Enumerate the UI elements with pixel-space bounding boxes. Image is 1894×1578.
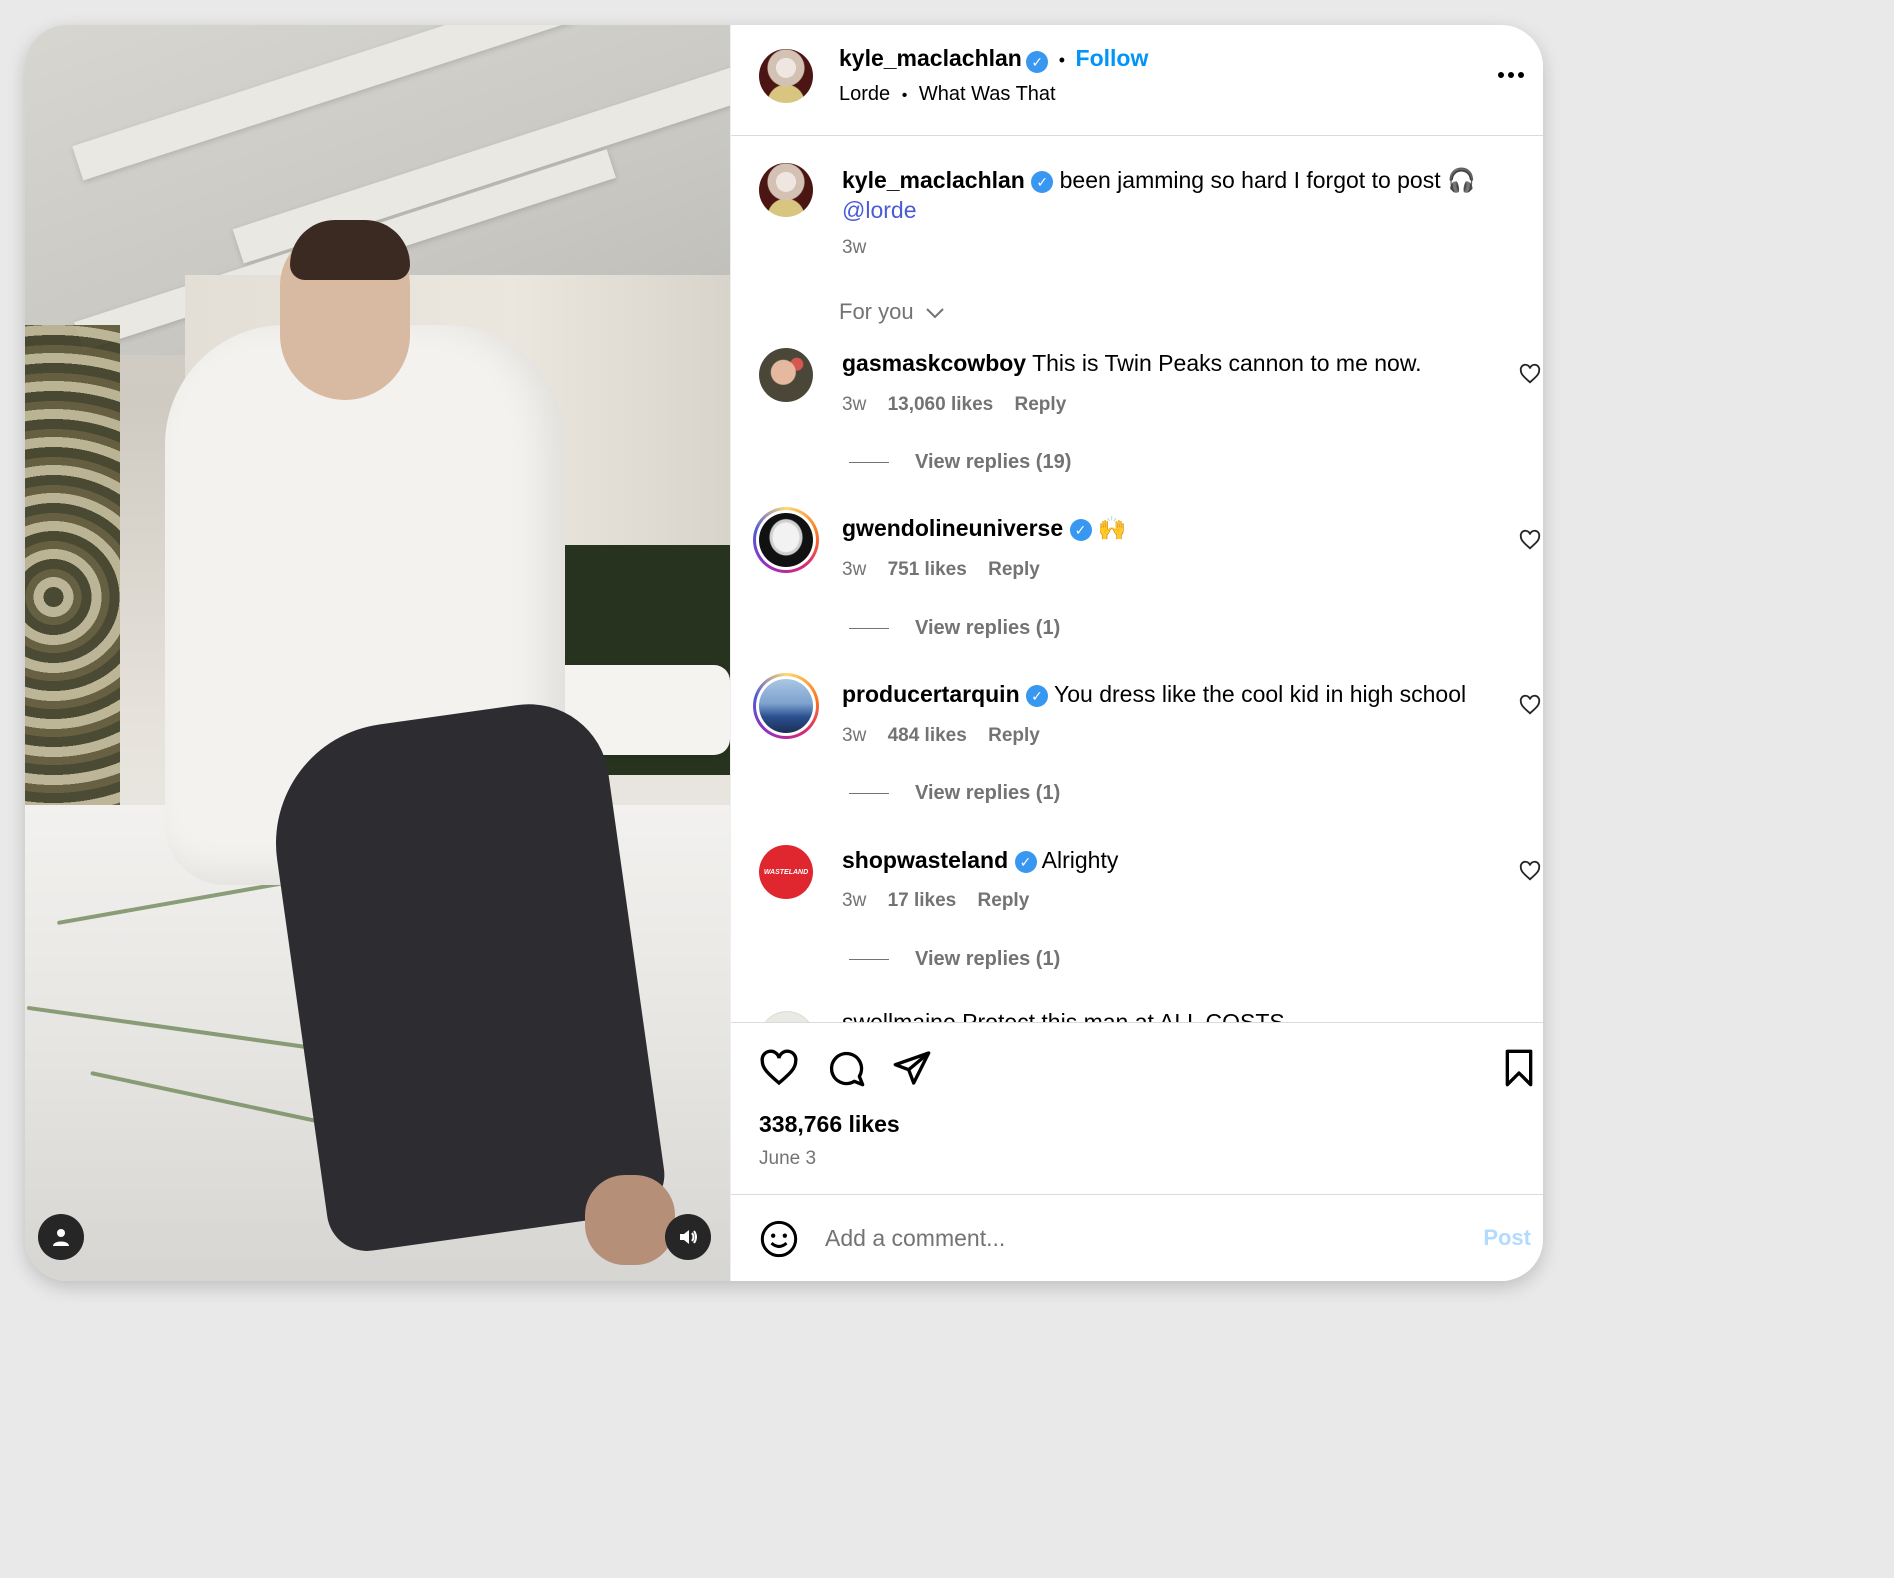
view-replies-button[interactable]: View replies (1) [849,617,1060,640]
comment-text: Alrighty [1041,847,1119,873]
share-icon[interactable] [892,1048,932,1088]
heart-icon[interactable] [759,1048,799,1088]
like-count[interactable]: 338,766 likes [759,1111,900,1138]
post-modal: kyle_maclachlan ✓ • Follow Lorde • What … [25,25,1543,1281]
comment-likes[interactable]: 17 likes [888,890,957,911]
follow-button[interactable]: Follow [1076,45,1149,71]
verified-badge-icon: ✓ [1031,170,1054,193]
verified-badge-icon: ✓ [1026,50,1049,73]
chevron-down-icon [926,308,944,319]
comment-username[interactable]: gasmaskcowboy [842,350,1026,376]
post-comment-button[interactable]: Post [1483,1225,1531,1251]
user-tag-button[interactable] [38,1214,84,1260]
comment-text: This is Twin Peaks cannon to me now. [1032,350,1422,376]
heart-icon[interactable] [1519,529,1541,551]
verified-badge-icon: ✓ [1026,684,1049,707]
volume-icon [680,1230,697,1244]
partial-comment: swellmaine Protect this man at ALL COSTS [731,1007,1543,1022]
comment-likes[interactable]: 13,060 likes [888,394,994,415]
comment-text: You dress like the cool kid in high scho… [1054,681,1467,707]
comment-username[interactable]: producertarquin [842,681,1020,707]
commenter-avatar[interactable] [759,348,813,402]
more-options-icon[interactable] [1497,71,1525,79]
view-replies-button[interactable]: View replies (1) [849,948,1060,971]
audio-track: What Was That [918,83,1056,105]
post-header: kyle_maclachlan ✓ • Follow Lorde • What … [731,25,1543,136]
user-tag-icon [53,1229,69,1246]
audio-info[interactable]: Lorde • What Was That [839,83,1056,106]
verified-badge-icon: ✓ [1014,850,1037,873]
comment-icon[interactable] [826,1048,866,1088]
wasteland-logo: WASTELAND [763,868,809,876]
reply-button[interactable]: Reply [978,890,1030,911]
comment-time: 3w [842,394,867,415]
post-video[interactable] [25,25,730,1281]
separator-dot: • [1058,50,1066,70]
reply-button[interactable]: Reply [1015,394,1067,415]
story-ring[interactable] [753,673,819,739]
view-replies-button[interactable]: View replies (1) [849,782,1060,805]
reply-button[interactable]: Reply [988,725,1040,746]
comment-time: 3w [842,890,867,911]
author-avatar[interactable] [759,49,813,103]
commenter-avatar[interactable]: WASTELAND [759,845,813,899]
comment-input[interactable]: Add a comment... [825,1225,1005,1252]
story-ring[interactable] [753,507,819,573]
caption-mention[interactable]: @lorde [842,197,917,223]
heart-icon[interactable] [1519,860,1541,882]
caption-text: been jamming so hard I forgot to post 🎧 [1059,167,1476,193]
heart-icon[interactable] [1519,363,1541,385]
comment-time: 3w [842,559,867,580]
verified-badge-icon: ✓ [1069,518,1092,541]
caption-avatar[interactable] [759,163,813,217]
view-replies-button[interactable]: View replies (19) [849,451,1071,474]
comment-sort[interactable]: For you [839,299,944,325]
comment-likes[interactable]: 484 likes [888,725,967,746]
volume-button[interactable] [665,1214,711,1260]
reply-button[interactable]: Reply [988,559,1040,580]
comment-username[interactable]: gwendolineuniverse [842,515,1063,541]
caption-username[interactable]: kyle_maclachlan [842,167,1025,193]
heart-icon[interactable] [1519,694,1541,716]
add-comment-bar: Add a comment... Post [731,1194,1543,1281]
post-date: June 3 [759,1148,817,1169]
bookmark-icon[interactable] [1501,1048,1537,1088]
emoji-icon[interactable] [759,1219,799,1259]
caption-time: 3w [842,237,867,258]
sort-label: For you [839,299,914,324]
post-actions: 338,766 likes June 3 [731,1022,1543,1195]
comment-text: 🙌 [1097,515,1127,541]
audio-artist: Lorde [839,83,891,105]
commenter-avatar [759,513,813,567]
author-username[interactable]: kyle_maclachlan [839,45,1022,71]
comment-time: 3w [842,725,867,746]
caption: kyle_maclachlan ✓ been jamming so hard I… [842,165,1502,225]
commenter-avatar [759,679,813,733]
comment-username[interactable]: shopwasteland [842,847,1008,873]
comment-likes[interactable]: 751 likes [888,559,967,580]
post-panel: kyle_maclachlan ✓ • Follow Lorde • What … [730,25,1543,1281]
